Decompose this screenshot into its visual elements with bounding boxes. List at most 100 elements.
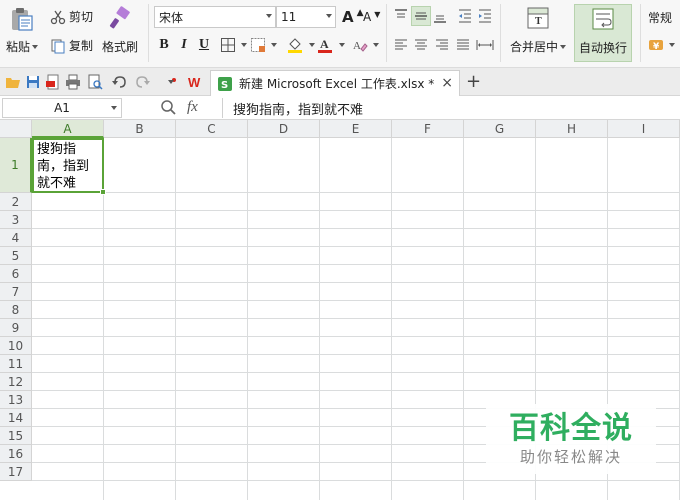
- copy-button[interactable]: 复制: [50, 37, 93, 54]
- font-size-value: 11: [281, 10, 297, 24]
- row-header-17[interactable]: 17: [0, 463, 32, 481]
- row-header-2[interactable]: 2: [0, 193, 32, 211]
- align-middle-button[interactable]: [411, 6, 431, 26]
- align-right-button[interactable]: [434, 37, 450, 53]
- column-header-f[interactable]: F: [392, 120, 464, 138]
- align-center-button[interactable]: [413, 37, 429, 53]
- formula-input[interactable]: 搜狗指南，指到就不难: [222, 98, 678, 118]
- align-bottom-button[interactable]: [432, 8, 448, 24]
- column-header-h[interactable]: H: [536, 120, 608, 138]
- undo-icon[interactable]: [110, 73, 128, 91]
- row-header-3[interactable]: 3: [0, 211, 32, 229]
- align-left-icon: [395, 39, 407, 50]
- column-header-i[interactable]: I: [608, 120, 680, 138]
- currency-format-button[interactable]: ¥: [648, 37, 675, 53]
- format-painter-button[interactable]: 格式刷: [102, 6, 138, 55]
- select-all-corner[interactable]: [0, 120, 32, 138]
- chevron-down-icon: [669, 43, 675, 47]
- row-header-5[interactable]: 5: [0, 247, 32, 265]
- print-preview-icon[interactable]: [86, 73, 104, 91]
- font-color-icon: A: [318, 37, 332, 53]
- font-color-button[interactable]: A: [316, 36, 345, 54]
- distributed-align-button[interactable]: [476, 37, 494, 53]
- font-size-select[interactable]: 11: [276, 6, 336, 28]
- column-header-a[interactable]: A: [32, 120, 104, 138]
- justify-button[interactable]: [455, 37, 471, 53]
- row-header-10[interactable]: 10: [0, 337, 32, 355]
- row-header-4[interactable]: 4: [0, 229, 32, 247]
- row-header-6[interactable]: 6: [0, 265, 32, 283]
- row-header-9[interactable]: 9: [0, 319, 32, 337]
- row-header-7[interactable]: 7: [0, 283, 32, 301]
- new-tab-button[interactable]: +: [466, 71, 481, 92]
- align-top-button[interactable]: [393, 8, 409, 24]
- cell-style-button[interactable]: [250, 37, 277, 53]
- grid-hline: [32, 318, 680, 319]
- underline-button[interactable]: U: [194, 35, 214, 55]
- italic-label: I: [181, 37, 187, 52]
- number-format-select[interactable]: 常规: [648, 9, 672, 26]
- column-header-c[interactable]: C: [176, 120, 248, 138]
- bold-button[interactable]: B: [154, 35, 174, 55]
- indent-icon: [479, 9, 491, 23]
- fill-handle[interactable]: [100, 189, 106, 195]
- eraser-icon: A: [353, 40, 368, 52]
- increase-font-button[interactable]: A ▲: [342, 8, 364, 26]
- merge-cells-icon: T: [527, 7, 549, 29]
- decrease-font-button[interactable]: A ▼: [363, 10, 380, 25]
- decrease-font-label: A: [363, 10, 372, 24]
- row-header-15[interactable]: 15: [0, 427, 32, 445]
- column-header-d[interactable]: D: [248, 120, 320, 138]
- document-tab[interactable]: S 新建 Microsoft Excel 工作表.xlsx * ×: [210, 70, 460, 96]
- row-header-11[interactable]: 11: [0, 355, 32, 373]
- border-button[interactable]: [220, 37, 247, 53]
- align-top-icon: [395, 9, 407, 18]
- row-header-14[interactable]: 14: [0, 409, 32, 427]
- column-header-b[interactable]: B: [104, 120, 176, 138]
- paste-button[interactable]: 粘贴: [6, 6, 39, 55]
- font-name-select[interactable]: 宋体: [154, 6, 276, 28]
- merge-center-button[interactable]: T 合并居中: [510, 6, 567, 55]
- close-icon[interactable]: ×: [441, 75, 453, 91]
- svg-text:¥: ¥: [653, 42, 660, 52]
- chevron-down-icon: [560, 44, 567, 49]
- increase-indent-button[interactable]: [477, 8, 493, 24]
- grid-hline: [32, 282, 680, 283]
- print-icon[interactable]: [64, 73, 82, 91]
- wrap-text-button[interactable]: 自动换行: [574, 4, 632, 62]
- column-header-e[interactable]: E: [320, 120, 392, 138]
- export-pdf-icon[interactable]: [44, 73, 62, 91]
- row-header-16[interactable]: 16: [0, 445, 32, 463]
- spreadsheet-file-icon: S: [218, 76, 232, 91]
- row-header-13[interactable]: 13: [0, 391, 32, 409]
- align-left-button[interactable]: [393, 37, 409, 53]
- clear-format-button[interactable]: A: [352, 37, 379, 53]
- save-icon[interactable]: [24, 73, 42, 91]
- decrease-indent-button[interactable]: [457, 8, 473, 24]
- copy-label: 复制: [69, 39, 94, 53]
- insert-function-button[interactable]: fx: [187, 99, 198, 116]
- column-header-g[interactable]: G: [464, 120, 536, 138]
- wps-logo-icon[interactable]: W: [188, 73, 206, 91]
- grid-hline: [32, 390, 680, 391]
- increase-font-label: A: [342, 8, 354, 26]
- chevron-down-icon: [309, 43, 315, 47]
- redo-icon[interactable]: [134, 73, 152, 91]
- row-header-12[interactable]: 12: [0, 373, 32, 391]
- open-folder-icon[interactable]: [4, 73, 22, 91]
- row-header-1[interactable]: 1: [0, 138, 32, 193]
- row-header-8[interactable]: 8: [0, 301, 32, 319]
- name-box[interactable]: A1: [2, 98, 122, 118]
- grid-hline: [32, 372, 680, 373]
- fill-color-button[interactable]: [286, 36, 315, 54]
- customize-dropdown-icon[interactable]: [164, 73, 182, 91]
- italic-button[interactable]: I: [174, 35, 194, 55]
- cut-button[interactable]: 剪切: [50, 8, 93, 25]
- zoom-icon[interactable]: [160, 99, 176, 118]
- number-format-value: 常规: [648, 11, 673, 25]
- format-painter-label: 格式刷: [102, 40, 139, 54]
- active-cell-a1[interactable]: 搜狗指南，指到就不难: [32, 138, 104, 193]
- cut-label: 剪切: [69, 10, 94, 24]
- chevron-down-icon: [326, 14, 332, 18]
- divider: [148, 4, 149, 62]
